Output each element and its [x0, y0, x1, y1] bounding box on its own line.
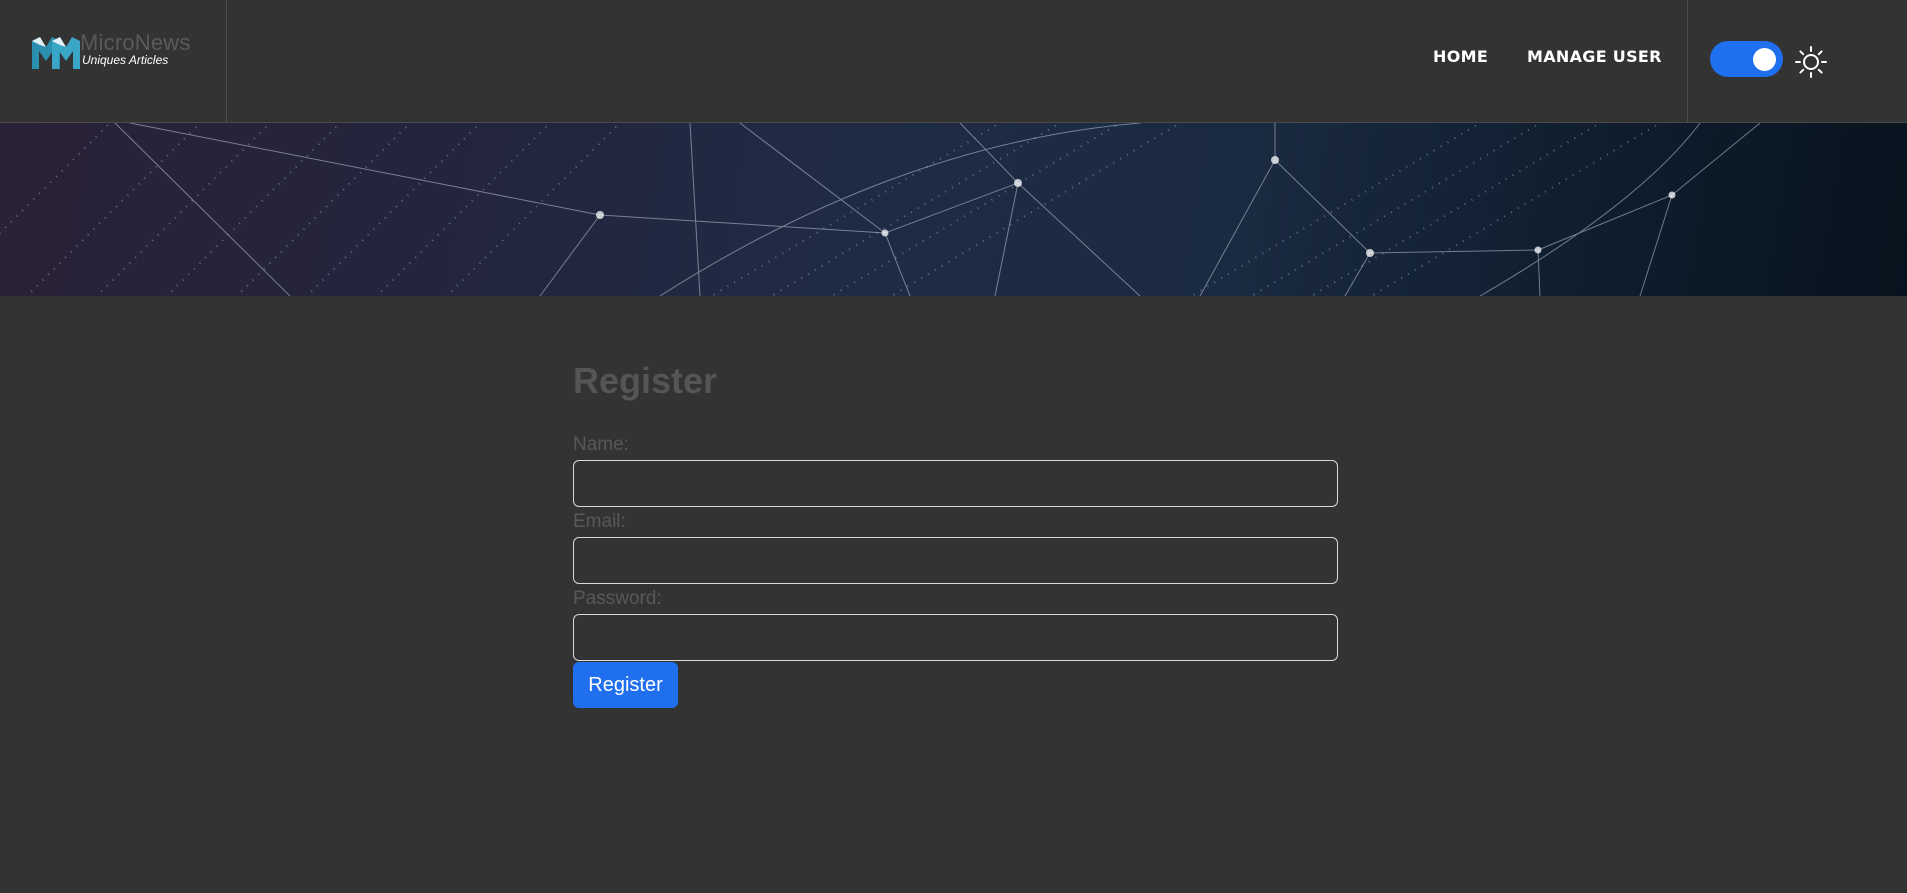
- hero-banner: [0, 123, 1907, 296]
- logo-mark-icon: [32, 37, 80, 69]
- name-field[interactable]: [573, 460, 1338, 507]
- email-label: Email:: [573, 511, 626, 532]
- network-pattern-graphic: [0, 123, 1761, 296]
- top-navbar: MicroNews Uniques Articles HOME MANAGE U…: [0, 0, 1907, 123]
- nav-home-link[interactable]: HOME: [1433, 47, 1488, 66]
- register-section: Register Name: Email: Password: Register: [0, 296, 1907, 893]
- email-field[interactable]: [573, 537, 1338, 584]
- logo-cell: MicroNews Uniques Articles: [0, 0, 227, 122]
- brand-tagline: Uniques Articles: [82, 53, 169, 67]
- theme-toggle-switch[interactable]: [1710, 41, 1783, 77]
- nav-manage-user-link[interactable]: MANAGE USER: [1527, 47, 1662, 66]
- brand-logo[interactable]: MicroNews Uniques Articles: [32, 30, 202, 74]
- toggle-knob: [1753, 48, 1776, 71]
- password-field[interactable]: [573, 614, 1338, 661]
- password-label: Password:: [573, 588, 662, 609]
- sun-icon: [1795, 46, 1827, 78]
- name-label: Name:: [573, 434, 629, 455]
- register-button[interactable]: Register: [573, 662, 678, 708]
- page-title: Register: [573, 360, 718, 401]
